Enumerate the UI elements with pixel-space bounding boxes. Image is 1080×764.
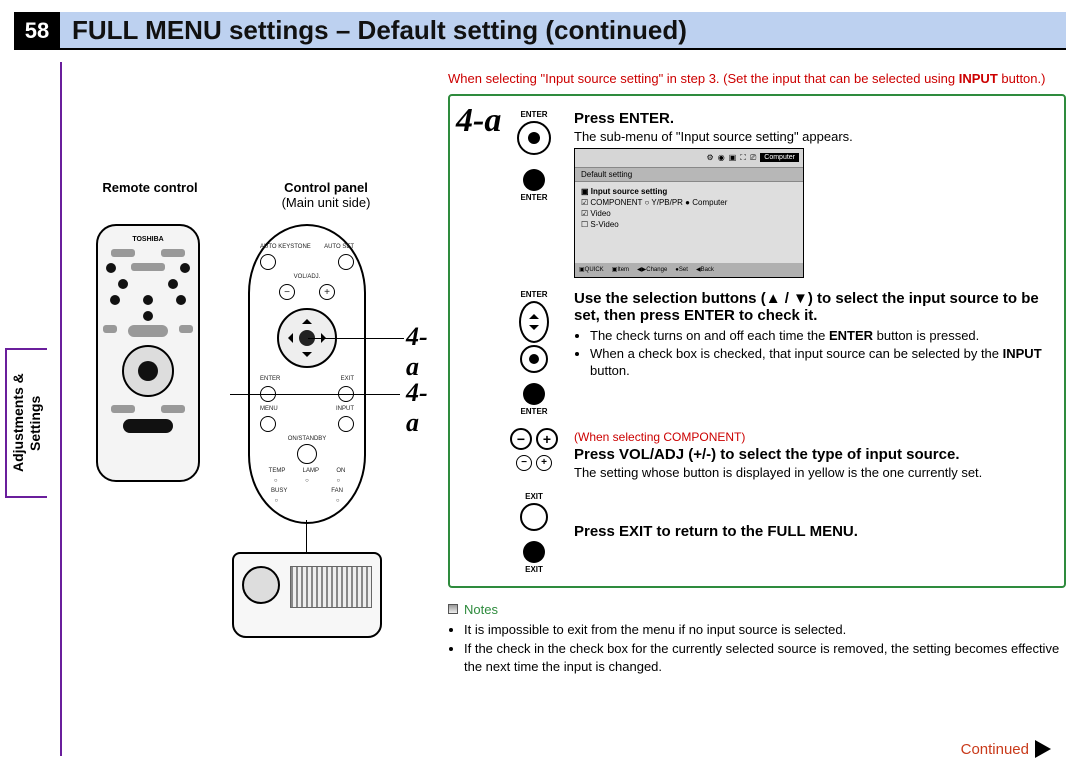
substep-heading: Press ENTER. — [574, 110, 1054, 127]
bullet: When a check box is checked, that input … — [590, 346, 1054, 380]
exit-label: EXIT — [525, 565, 543, 574]
note-item: If the check in the check box for the cu… — [464, 640, 1066, 675]
updown-button-icon — [519, 301, 549, 343]
sidebar-tab-label: Adjustments & Settings — [10, 350, 44, 496]
plus-button-icon: + — [536, 428, 558, 450]
notes-title: Notes — [464, 602, 498, 617]
minus-button-icon: − — [516, 455, 532, 471]
leader-line — [230, 394, 400, 395]
substep-heading: Press EXIT to return to the FULL MENU. — [574, 523, 858, 540]
projector-icon — [232, 552, 382, 638]
enter-label: ENTER — [520, 290, 547, 299]
exit-button-icon — [523, 541, 545, 563]
step-tag: 4-a — [456, 102, 501, 140]
page-number: 58 — [14, 12, 60, 50]
condition-note: (When selecting COMPONENT) — [574, 430, 1054, 444]
remote-brand: TOSHIBA — [98, 236, 198, 243]
callout-4a: 4-a — [406, 322, 440, 382]
exit-label: EXIT — [525, 492, 543, 501]
note-item: It is impossible to exit from the menu i… — [464, 621, 1066, 639]
control-panel-label: Control panel — [256, 180, 396, 195]
device-illustration: Remote control Control panel (Main unit … — [80, 180, 440, 216]
notes-section: Notes It is impossible to exit from the … — [448, 602, 1066, 676]
enter-button-icon — [523, 169, 545, 191]
continued-indicator: Continued — [961, 740, 1060, 758]
enter-label: ENTER — [520, 407, 547, 416]
substep-body: The sub-menu of "Input source setting" a… — [574, 129, 1054, 144]
minus-button-icon: − — [510, 428, 532, 450]
remote-control-label: Remote control — [80, 180, 220, 195]
enter-label: ENTER — [520, 110, 547, 119]
instruction-column: When selecting "Input source setting" in… — [448, 66, 1066, 677]
note-icon — [448, 604, 458, 614]
bullet: The check turns on and off each time the… — [590, 328, 1054, 345]
leader-line — [308, 338, 404, 339]
section-rule — [60, 62, 62, 756]
substep-heading: Press VOL/ADJ (+/-) to select the type o… — [574, 446, 1054, 463]
page-title: FULL MENU settings – Default setting (co… — [60, 12, 1066, 50]
remote-nav-pad-icon — [122, 345, 174, 397]
submenu-screenshot: ⚙◉▣⛶⎚Computer Default setting ▣ Input so… — [574, 148, 804, 278]
substep-exit: EXIT EXIT Press EXIT to return to the FU… — [504, 492, 1054, 574]
enter-button-icon — [517, 121, 551, 155]
exit-button-icon — [520, 503, 548, 531]
substep-press-enter: ENTER ENTER Press ENTER. The sub-menu of… — [504, 110, 1054, 278]
step-4a-box: 4-a ENTER ENTER Press ENTER. The sub-men… — [448, 94, 1066, 588]
enter-label: ENTER — [520, 193, 547, 202]
substep-heading: Use the selection buttons (▲ / ▼) to sel… — [574, 290, 1054, 324]
plus-button-icon: + — [536, 455, 552, 471]
context-note: When selecting "Input source setting" in… — [448, 70, 1066, 88]
substep-voladj: −+ −+ (When selecting COMPONENT) Press V… — [504, 428, 1054, 480]
control-panel-diagram: AUTO KEYSTONEAUTO SET VOL/ADJ. −+ ENTERE… — [248, 224, 366, 524]
enter-button-icon — [523, 383, 545, 405]
remote-control-diagram: TOSHIBA — [96, 224, 200, 482]
arrow-right-icon — [1035, 740, 1060, 758]
substep-body: The setting whose button is displayed in… — [574, 465, 1054, 480]
control-panel-sublabel: (Main unit side) — [256, 195, 396, 210]
substep-select-source: ENTER ENTER Use the selection buttons (▲… — [504, 290, 1054, 416]
enter-button-icon — [520, 345, 548, 373]
sidebar-tab-adjustments: Adjustments & Settings — [5, 348, 47, 498]
callout-4a: 4-a — [406, 378, 440, 438]
